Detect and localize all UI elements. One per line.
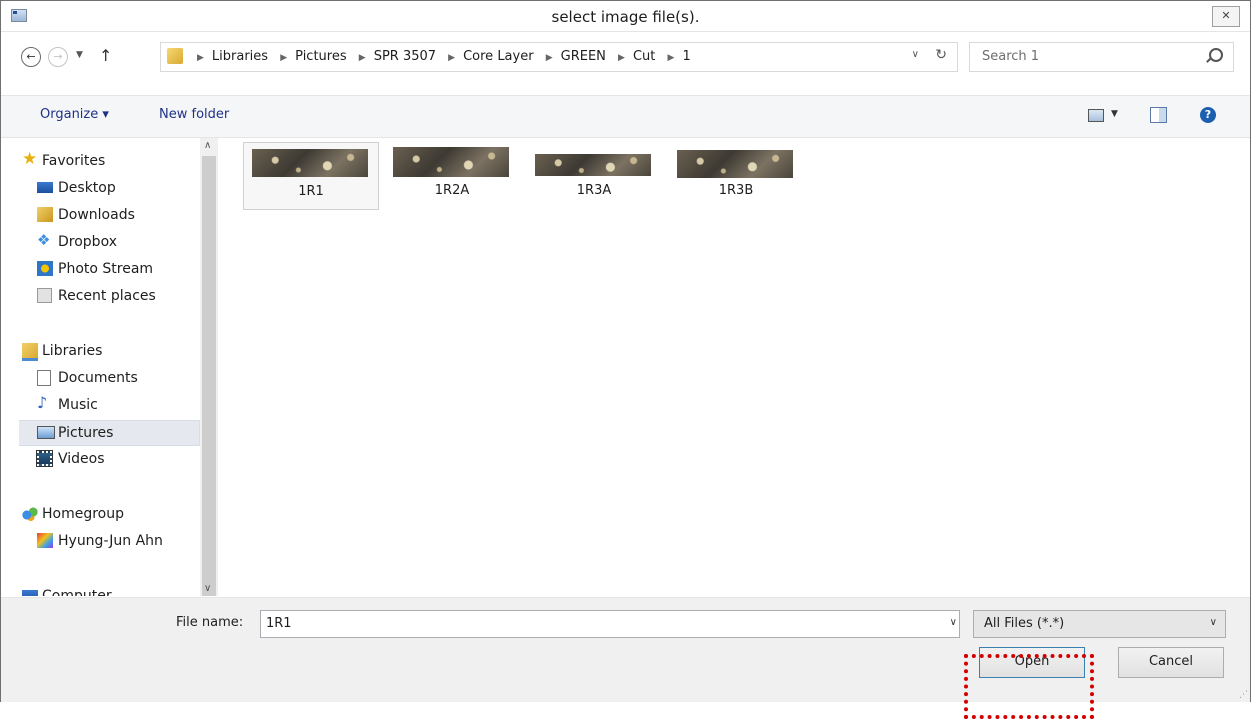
sidebar-scrollbar[interactable]: ∧ ∨ — [200, 138, 218, 596]
file-name-label: File name: — [176, 615, 244, 630]
sidebar-item-recent-places[interactable]: Recent places — [19, 284, 199, 308]
preview-pane-icon[interactable] — [1150, 107, 1167, 123]
pictures-icon — [37, 426, 55, 439]
image-thumbnail — [393, 147, 509, 177]
breadcrumb-1[interactable]: 1 — [682, 49, 690, 64]
image-thumbnail — [252, 149, 368, 177]
navigation-bar: ← → ▼ ↑ ▶ Libraries ▶ Pictures ▶ SPR 3507 ▶… — [1, 41, 1250, 73]
forward-button[interactable]: → — [48, 47, 68, 67]
file-name-label: 1R2A — [434, 183, 470, 198]
recent-places-icon — [37, 288, 52, 303]
organize-button[interactable]: Organize ▾ — [40, 107, 109, 122]
recent-locations-chevron-icon[interactable]: ▼ — [76, 50, 83, 60]
search-box[interactable]: Search 1 — [969, 42, 1234, 72]
image-thumbnail — [677, 150, 793, 178]
file-type-chevron-down-icon[interactable]: ∨ — [1210, 617, 1217, 628]
view-options-chevron-icon[interactable]: ▼ — [1111, 109, 1118, 119]
file-item-1r3a[interactable]: 1R3A — [527, 142, 661, 208]
downloads-folder-icon — [37, 207, 53, 222]
breadcrumb-green[interactable]: GREEN — [561, 49, 606, 64]
breadcrumb-spr-3507[interactable]: SPR 3507 — [374, 49, 436, 64]
help-icon[interactable]: ? — [1200, 107, 1216, 123]
sidebar-item-downloads[interactable]: Downloads — [19, 203, 199, 227]
sidebar-header-favorites[interactable]: ★ Favorites — [19, 149, 199, 173]
computer-icon — [22, 590, 38, 596]
title-bar: select image file(s). ✕ — [1, 1, 1250, 32]
sidebar-header-libraries[interactable]: Libraries — [19, 339, 199, 363]
breadcrumb: ▶ Libraries ▶ Pictures ▶ SPR 3507 ▶ Core Lay… — [197, 49, 691, 64]
file-item-1r2a[interactable]: 1R2A — [385, 142, 519, 208]
up-one-level-icon[interactable]: ↑ — [99, 46, 112, 65]
breadcrumb-pictures[interactable]: Pictures — [295, 49, 346, 64]
close-button[interactable]: ✕ — [1212, 6, 1240, 27]
scroll-up-chevron-icon[interactable]: ∧ — [204, 140, 211, 151]
file-name-value[interactable]: 1R1 — [266, 616, 292, 631]
photo-stream-icon — [37, 261, 53, 276]
file-name-chevron-down-icon[interactable]: ∨ — [950, 617, 957, 628]
cancel-button[interactable]: Cancel — [1118, 647, 1224, 678]
sidebar-item-pictures[interactable]: Pictures — [19, 420, 200, 446]
file-name-label: 1R1 — [298, 184, 324, 199]
scrollbar-thumb[interactable] — [202, 156, 216, 596]
homegroup-icon — [22, 506, 38, 521]
music-note-icon: ♪ — [37, 393, 48, 412]
sidebar-header-computer[interactable]: Computer — [19, 584, 199, 596]
breadcrumb-core-layer[interactable]: Core Layer — [463, 49, 533, 64]
user-avatar — [37, 533, 53, 548]
sidebar-header-homegroup[interactable]: Homegroup — [19, 502, 199, 526]
sidebar-item-photo-stream[interactable]: Photo Stream — [19, 257, 199, 281]
file-list: 1R1 1R2A 1R3A 1R3B — [219, 138, 1249, 596]
change-view-icon[interactable] — [1088, 109, 1104, 122]
file-item-1r3b[interactable]: 1R3B — [669, 142, 803, 208]
refresh-icon[interactable]: ↻ — [935, 47, 947, 63]
sidebar-item-videos[interactable]: Videos — [19, 447, 199, 471]
star-icon: ★ — [22, 149, 38, 169]
libraries-icon — [22, 343, 38, 361]
dropbox-icon: ❖ — [37, 231, 51, 249]
command-toolbar: Organize ▾ New folder ▼ ? — [1, 95, 1250, 138]
sidebar-item-desktop[interactable]: Desktop — [19, 176, 199, 200]
sidebar-item-hyung-jun-ahn[interactable]: Hyung-Jun Ahn — [19, 529, 199, 553]
file-name-field[interactable]: 1R1 ∨ — [260, 610, 960, 638]
folder-icon — [167, 48, 183, 64]
search-icon[interactable] — [1209, 48, 1223, 62]
sidebar-item-documents[interactable]: Documents — [19, 366, 199, 390]
breadcrumb-libraries[interactable]: Libraries — [212, 49, 268, 64]
scroll-down-chevron-icon[interactable]: ∨ — [204, 583, 211, 594]
file-type-value: All Files (*.*) — [984, 616, 1065, 631]
sidebar-item-music[interactable]: ♪ Music — [19, 393, 199, 417]
file-name-label: 1R3A — [576, 183, 612, 198]
sidebar-item-dropbox[interactable]: ❖ Dropbox — [19, 230, 199, 254]
file-type-select[interactable]: All Files (*.*) ∨ — [973, 610, 1226, 638]
navigation-pane: ★ Favorites Desktop Downloads ❖ Dropbox … — [19, 138, 217, 596]
videos-icon — [36, 450, 53, 467]
documents-icon — [37, 370, 51, 386]
resize-grip-icon[interactable]: ⋰ — [1239, 690, 1248, 700]
image-thumbnail — [535, 154, 651, 176]
open-button-highlight-annotation — [964, 654, 1094, 719]
breadcrumb-cut[interactable]: Cut — [633, 49, 655, 64]
dialog-title: select image file(s). — [551, 8, 700, 26]
desktop-icon — [37, 182, 53, 193]
search-input[interactable]: Search 1 — [982, 49, 1039, 64]
file-item-1r1[interactable]: 1R1 — [243, 142, 379, 210]
address-bar[interactable]: ▶ Libraries ▶ Pictures ▶ SPR 3507 ▶ Core Lay… — [160, 42, 958, 72]
file-name-label: 1R3B — [718, 183, 754, 198]
back-button[interactable]: ← — [21, 47, 41, 67]
new-folder-button[interactable]: New folder — [159, 107, 229, 122]
address-dropdown-chevron-icon[interactable]: ∨ — [912, 49, 919, 60]
file-open-dialog: select image file(s). ✕ ← → ▼ ↑ ▶ Librari… — [0, 0, 1251, 702]
